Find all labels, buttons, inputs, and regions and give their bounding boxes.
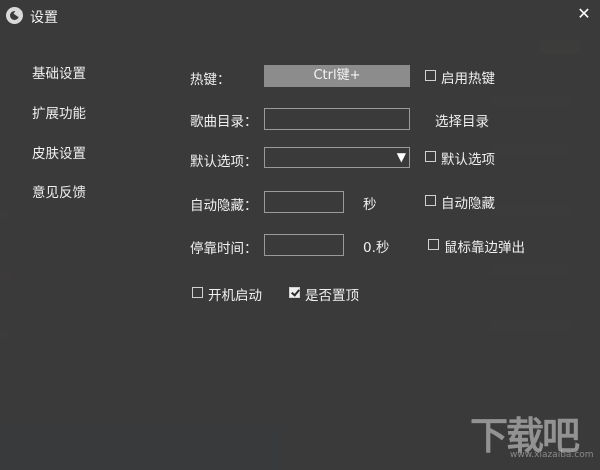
dock-time-input[interactable] — [264, 234, 344, 256]
hotkey-field[interactable]: Ctrl键+ — [264, 65, 410, 87]
default-option-checkbox[interactable] — [425, 151, 436, 162]
hotkey-label: 热键： — [190, 72, 231, 88]
app-logo-icon — [6, 7, 23, 24]
sidebar-item-extensions[interactable]: 扩展功能 — [32, 102, 86, 122]
startup-checkbox[interactable] — [192, 287, 203, 298]
music-dir-input[interactable] — [264, 108, 410, 130]
startup-label[interactable]: 开机启动 — [208, 284, 262, 304]
sidebar-item-feedback[interactable]: 意见反馈 — [32, 181, 86, 201]
dropdown-arrow-icon: ▼ — [396, 150, 406, 164]
sidebar-item-basic-settings[interactable]: 基础设置 — [32, 62, 86, 82]
dock-time-label: 停靠时间： — [190, 241, 258, 257]
choose-dir-button[interactable]: 选择目录 — [435, 110, 489, 130]
default-option-label: 默认选项： — [190, 154, 258, 170]
always-on-top-label[interactable]: 是否置顶 — [305, 284, 359, 304]
always-on-top-checkbox[interactable] — [289, 287, 300, 298]
window-title: 设置 — [30, 10, 58, 26]
enable-hotkey-label[interactable]: 启用热键 — [441, 67, 495, 87]
enable-hotkey-checkbox[interactable] — [425, 70, 436, 81]
auto-hide-unit: 秒 — [363, 197, 377, 213]
auto-hide-checkbox[interactable] — [425, 195, 436, 206]
music-dir-label: 歌曲目录： — [190, 114, 258, 130]
title-bar: 设置 ✕ — [0, 0, 600, 32]
auto-hide-input[interactable] — [264, 191, 344, 213]
edge-popup-checkbox[interactable] — [428, 239, 439, 250]
default-option-checkbox-label[interactable]: 默认选项 — [441, 148, 495, 168]
auto-hide-checkbox-label[interactable]: 自动隐藏 — [441, 192, 495, 212]
close-button[interactable]: ✕ — [574, 4, 594, 24]
default-option-select[interactable]: ▼ — [264, 147, 410, 168]
watermark-url: www.xiazaiba.com — [510, 450, 594, 460]
auto-hide-label: 自动隐藏： — [190, 198, 258, 214]
dock-time-unit: 0.秒 — [363, 240, 390, 256]
sidebar-item-skin-settings[interactable]: 皮肤设置 — [32, 142, 86, 162]
edge-popup-label[interactable]: 鼠标靠边弹出 — [444, 236, 525, 256]
